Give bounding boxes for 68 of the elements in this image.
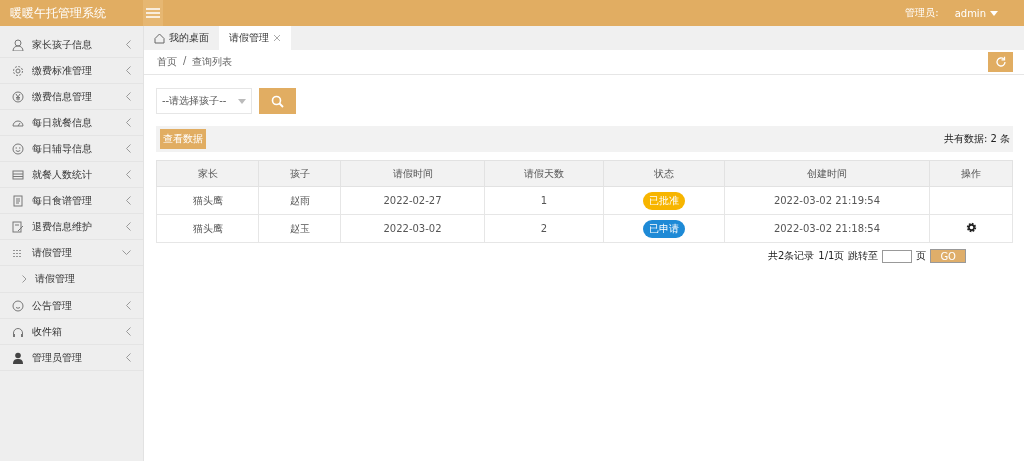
- table-cell: 2: [484, 214, 604, 243]
- person-icon: [12, 38, 24, 51]
- table-cell: 赵玉: [258, 214, 341, 243]
- edit-icon: [12, 220, 24, 233]
- menu-icon: [146, 8, 160, 18]
- column-header: 请假天数: [484, 160, 604, 187]
- sidebar-item[interactable]: 每日食谱管理: [0, 188, 143, 214]
- smiley-icon: [12, 142, 24, 155]
- sidebar-item[interactable]: 就餐人数统计: [0, 162, 143, 188]
- yen-icon: [12, 90, 24, 103]
- search-button[interactable]: [259, 88, 296, 114]
- sidebar-item[interactable]: 家长孩子信息: [0, 32, 143, 58]
- status-badge: 已批准: [643, 191, 685, 210]
- column-header: 请假时间: [340, 160, 485, 187]
- sidebar-item[interactable]: 缴费信息管理: [0, 84, 143, 110]
- table-cell: 猫头鹰: [156, 186, 259, 215]
- user-label: 管理员:: [905, 6, 939, 20]
- column-header: 操作: [929, 160, 1013, 187]
- document-icon: [12, 194, 24, 207]
- page-input[interactable]: [882, 249, 913, 263]
- sidebar-item[interactable]: 每日辅导信息: [0, 136, 143, 162]
- total-count: 共有数据: 2 条: [943, 132, 1010, 146]
- status-badge: 已申请: [643, 219, 685, 238]
- caret-icon: [238, 98, 246, 104]
- column-header: 状态: [603, 160, 725, 187]
- gear-icon: [12, 64, 24, 77]
- tab[interactable]: 请假管理: [219, 26, 291, 50]
- page-count: 1/1页: [818, 249, 845, 263]
- child-select[interactable]: --请选择孩子--: [156, 88, 252, 114]
- sidebar-item[interactable]: 收件箱: [0, 319, 143, 345]
- table-cell: 1: [484, 186, 604, 215]
- table-cell: 2022-02-27: [340, 186, 485, 215]
- sidebar-subitem[interactable]: 请假管理: [0, 266, 143, 293]
- person-icon: [12, 351, 24, 364]
- jump-label: 跳转至: [848, 249, 879, 263]
- sidebar-item[interactable]: 缴费标准管理: [0, 58, 143, 84]
- table-cell: 2022-03-02: [340, 214, 485, 243]
- sidebar-item[interactable]: 管理员管理: [0, 345, 143, 371]
- close-icon: [273, 34, 281, 42]
- table-cell: 2022-03-02 21:18:54: [724, 214, 930, 243]
- column-header: 孩子: [258, 160, 341, 187]
- app-title: 暖暖午托管理系统: [9, 4, 107, 22]
- table-cell: 2022-03-02 21:19:54: [724, 186, 930, 215]
- refresh-button[interactable]: [988, 52, 1013, 72]
- refresh-icon: [994, 56, 1007, 68]
- table-cell: 赵雨: [258, 186, 341, 215]
- breadcrumb-separator: /: [183, 55, 187, 68]
- page-unit: 页: [916, 249, 927, 263]
- smiley-icon: [12, 299, 24, 312]
- chevron-right-icon: [22, 275, 27, 283]
- table-icon: [12, 168, 24, 181]
- column-header: 家长: [156, 160, 259, 187]
- tab[interactable]: 我的桌面: [144, 26, 219, 50]
- breadcrumb-link[interactable]: 首页: [157, 55, 177, 69]
- home-icon: [154, 32, 165, 44]
- record-count: 共2条记录: [767, 249, 815, 263]
- headset-icon: [12, 325, 24, 338]
- menu-button[interactable]: [143, 0, 163, 26]
- table-cell: 猫头鹰: [156, 214, 259, 243]
- search-icon: [271, 94, 284, 108]
- sidebar-item[interactable]: 请假管理: [0, 240, 143, 266]
- sidebar-item[interactable]: 退费信息维护: [0, 214, 143, 240]
- settings-icon[interactable]: [965, 222, 977, 233]
- column-header: 创建时间: [724, 160, 930, 187]
- sidebar-item[interactable]: 公告管理: [0, 293, 143, 319]
- sidebar-item[interactable]: 每日就餐信息: [0, 110, 143, 136]
- breadcrumb-link[interactable]: 查询列表: [192, 55, 233, 69]
- caret-icon: [990, 10, 998, 16]
